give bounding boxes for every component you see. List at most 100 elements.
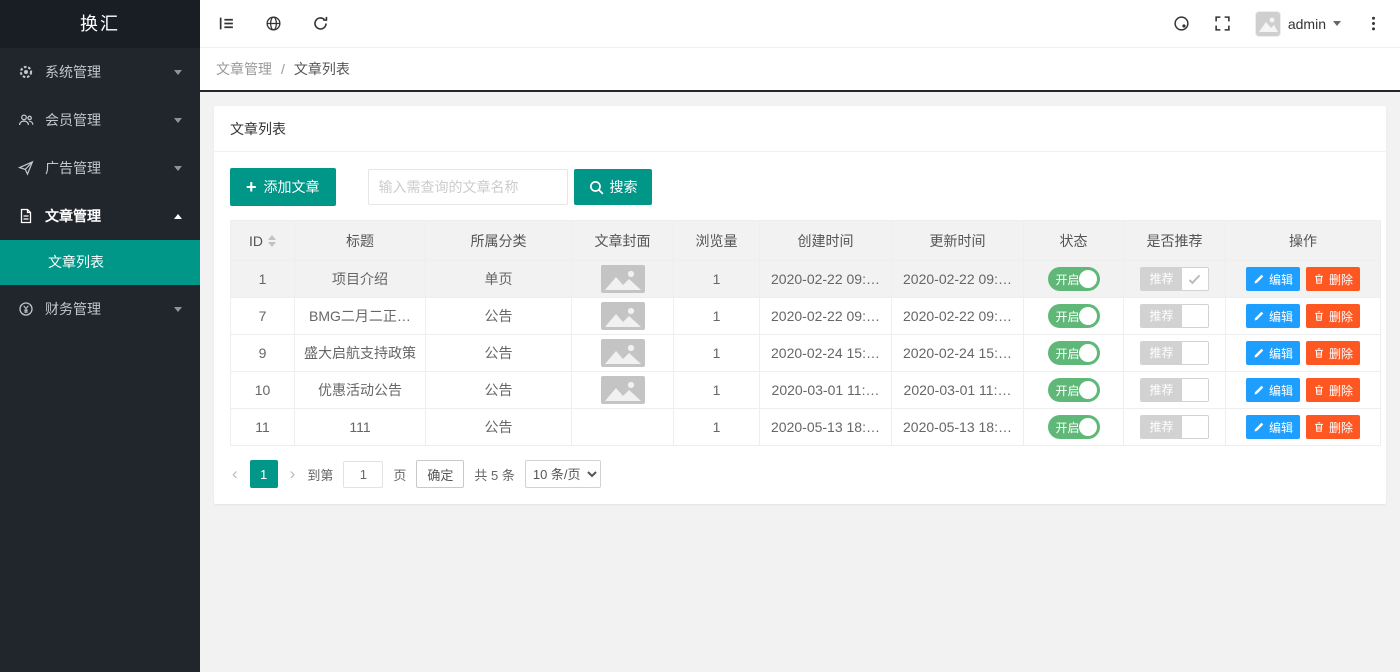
sidebar-item-4[interactable]: 财务管理 xyxy=(0,285,200,333)
cell-cover xyxy=(572,335,674,372)
page-size-select[interactable]: 10 条/页 xyxy=(525,460,601,488)
cell-actions: 编辑删除 xyxy=(1226,335,1381,372)
recommend-checkbox[interactable]: 推荐 xyxy=(1140,267,1208,291)
recommend-checkbox[interactable]: 推荐 xyxy=(1140,304,1208,328)
top-bar: admin xyxy=(200,0,1400,48)
cell-id: 7 xyxy=(231,298,295,335)
recommend-checkbox[interactable]: 推荐 xyxy=(1140,341,1208,365)
sort-icon[interactable] xyxy=(268,235,276,247)
column-header: 浏览量 xyxy=(674,221,760,261)
check-icon xyxy=(1182,305,1208,327)
cell-actions: 编辑删除 xyxy=(1226,372,1381,409)
cell-actions: 编辑删除 xyxy=(1226,298,1381,335)
cell-id: 9 xyxy=(231,335,295,372)
sidebar-item-1[interactable]: 会员管理 xyxy=(0,96,200,144)
status-toggle[interactable]: 开启 xyxy=(1048,415,1100,439)
delete-button[interactable]: 删除 xyxy=(1306,378,1360,402)
refresh-icon[interactable] xyxy=(312,15,329,32)
status-toggle[interactable]: 开启 xyxy=(1048,304,1100,328)
article-cover-thumbnail xyxy=(601,265,645,293)
pagination-page-1[interactable]: 1 xyxy=(250,460,278,488)
add-article-button[interactable]: + 添加文章 xyxy=(230,168,336,206)
sidebar-item-label: 系统管理 xyxy=(45,62,101,82)
sidebar-item-label: 财务管理 xyxy=(45,299,101,319)
cell-recommend: 推荐 xyxy=(1124,335,1226,372)
table-row: 9盛大启航支持政策公告12020-02-24 15:…2020-02-24 15… xyxy=(231,335,1381,372)
table-row: 10优惠活动公告公告12020-03-01 11:…2020-03-01 11:… xyxy=(231,372,1381,409)
delete-button[interactable]: 删除 xyxy=(1306,415,1360,439)
status-toggle[interactable]: 开启 xyxy=(1048,341,1100,365)
check-icon xyxy=(1182,268,1208,290)
users-icon xyxy=(18,112,35,129)
cell-cover xyxy=(572,261,674,298)
cell-created: 2020-03-01 11:… xyxy=(760,372,892,409)
cell-id: 11 xyxy=(231,409,295,446)
goto-page-input[interactable] xyxy=(343,461,383,488)
recommend-checkbox[interactable]: 推荐 xyxy=(1140,415,1208,439)
cell-status: 开启 xyxy=(1024,372,1124,409)
sidebar-subitem[interactable]: 文章列表 xyxy=(0,240,200,285)
cell-views: 1 xyxy=(674,261,760,298)
sidebar-item-3[interactable]: 文章管理 xyxy=(0,192,200,240)
main-area: admin 文章管理 / 文章列表 文章列表 + xyxy=(200,0,1400,672)
goto-prefix-label: 到第 xyxy=(307,465,333,484)
status-toggle[interactable]: 开启 xyxy=(1048,267,1100,291)
sidebar-item-0[interactable]: 系统管理 xyxy=(0,48,200,96)
user-menu[interactable]: admin xyxy=(1255,11,1341,37)
goto-suffix-label: 页 xyxy=(393,465,406,484)
edit-button[interactable]: 编辑 xyxy=(1246,304,1300,328)
cell-id: 1 xyxy=(231,261,295,298)
pagination-prev-icon[interactable]: ‹ xyxy=(230,464,240,484)
delete-button[interactable]: 删除 xyxy=(1306,304,1360,328)
collapse-sidebar-icon[interactable] xyxy=(218,15,235,32)
delete-button[interactable]: 删除 xyxy=(1306,341,1360,365)
goto-confirm-button[interactable]: 确定 xyxy=(416,460,464,488)
pagination-next-icon[interactable]: › xyxy=(288,464,298,484)
search-input[interactable] xyxy=(368,169,568,205)
edit-button[interactable]: 编辑 xyxy=(1246,378,1300,402)
file-icon xyxy=(18,208,35,225)
more-vertical-icon[interactable] xyxy=(1365,15,1382,32)
edit-button[interactable]: 编辑 xyxy=(1246,415,1300,439)
sidebar: 换汇 系统管理会员管理广告管理文章管理文章列表财务管理 xyxy=(0,0,200,672)
sidebar-item-2[interactable]: 广告管理 xyxy=(0,144,200,192)
breadcrumb-item[interactable]: 文章管理 xyxy=(216,59,272,79)
delete-button[interactable]: 删除 xyxy=(1306,267,1360,291)
cell-status: 开启 xyxy=(1024,335,1124,372)
sidebar-item-label: 广告管理 xyxy=(45,158,101,178)
article-list-card: 文章列表 + 添加文章 搜索 xyxy=(214,106,1386,504)
cell-category: 公告 xyxy=(426,409,572,446)
recommend-checkbox[interactable]: 推荐 xyxy=(1140,378,1208,402)
fullscreen-icon[interactable] xyxy=(1214,15,1231,32)
column-header[interactable]: ID xyxy=(231,221,295,261)
table-header-row: ID标题所属分类文章封面浏览量创建时间更新时间状态是否推荐操作 xyxy=(231,221,1381,261)
gear-icon xyxy=(18,64,35,81)
cell-actions: 编辑删除 xyxy=(1226,409,1381,446)
cell-title: 盛大启航支持政策 xyxy=(295,335,426,372)
status-toggle[interactable]: 开启 xyxy=(1048,378,1100,402)
edit-button[interactable]: 编辑 xyxy=(1246,267,1300,291)
send-icon xyxy=(18,160,35,177)
cell-created: 2020-02-22 09:… xyxy=(760,298,892,335)
cell-category: 公告 xyxy=(426,372,572,409)
cell-created: 2020-02-24 15:… xyxy=(760,335,892,372)
card-body: + 添加文章 搜索 xyxy=(214,152,1386,504)
theme-icon[interactable] xyxy=(1173,15,1190,32)
edit-button[interactable]: 编辑 xyxy=(1246,341,1300,365)
table-row: 1项目介绍单页12020-02-22 09:…2020-02-22 09:…开启… xyxy=(231,261,1381,298)
check-icon xyxy=(1182,379,1208,401)
topbar-left-icons xyxy=(218,15,329,32)
cell-updated: 2020-03-01 11:… xyxy=(892,372,1024,409)
language-globe-icon[interactable] xyxy=(265,15,282,32)
cell-recommend: 推荐 xyxy=(1124,298,1226,335)
check-icon xyxy=(1182,342,1208,364)
chevron-down-icon xyxy=(174,166,182,171)
cell-updated: 2020-02-22 09:… xyxy=(892,261,1024,298)
column-header: 标题 xyxy=(295,221,426,261)
cell-category: 单页 xyxy=(426,261,572,298)
cell-actions: 编辑删除 xyxy=(1226,261,1381,298)
column-header: 文章封面 xyxy=(572,221,674,261)
plus-icon: + xyxy=(246,178,257,196)
search-button[interactable]: 搜索 xyxy=(574,169,652,205)
cell-title: 优惠活动公告 xyxy=(295,372,426,409)
